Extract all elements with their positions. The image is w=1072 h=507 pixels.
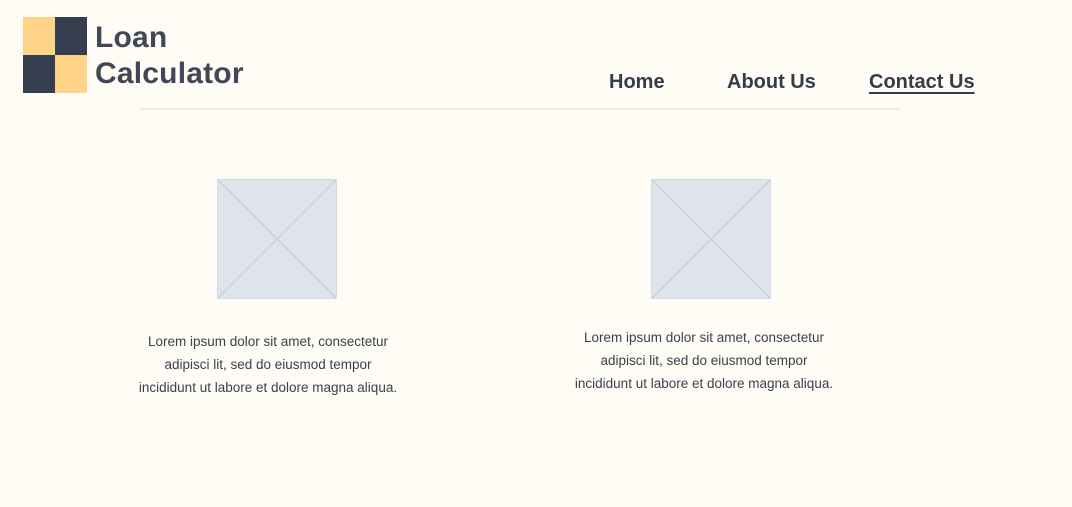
card-description: Lorem ipsum dolor sit amet, consectetur … [138, 334, 398, 395]
nav-link-home[interactable]: Home [609, 68, 665, 96]
logo-square-dark-top-right [55, 17, 87, 55]
image-placeholder-icon [651, 179, 771, 299]
nav-link-about-us[interactable]: About Us [727, 68, 816, 96]
main-navigation: Home About Us Contact Us [0, 68, 1072, 96]
image-placeholder-icon [217, 179, 337, 299]
nav-link-contact-us[interactable]: Contact Us [869, 68, 975, 96]
brand-name-line1: Loan [95, 21, 168, 54]
card-description: Lorem ipsum dolor sit amet, consectetur … [574, 330, 834, 391]
logo-square-yellow-top-left [23, 17, 55, 55]
header-divider [140, 108, 900, 110]
